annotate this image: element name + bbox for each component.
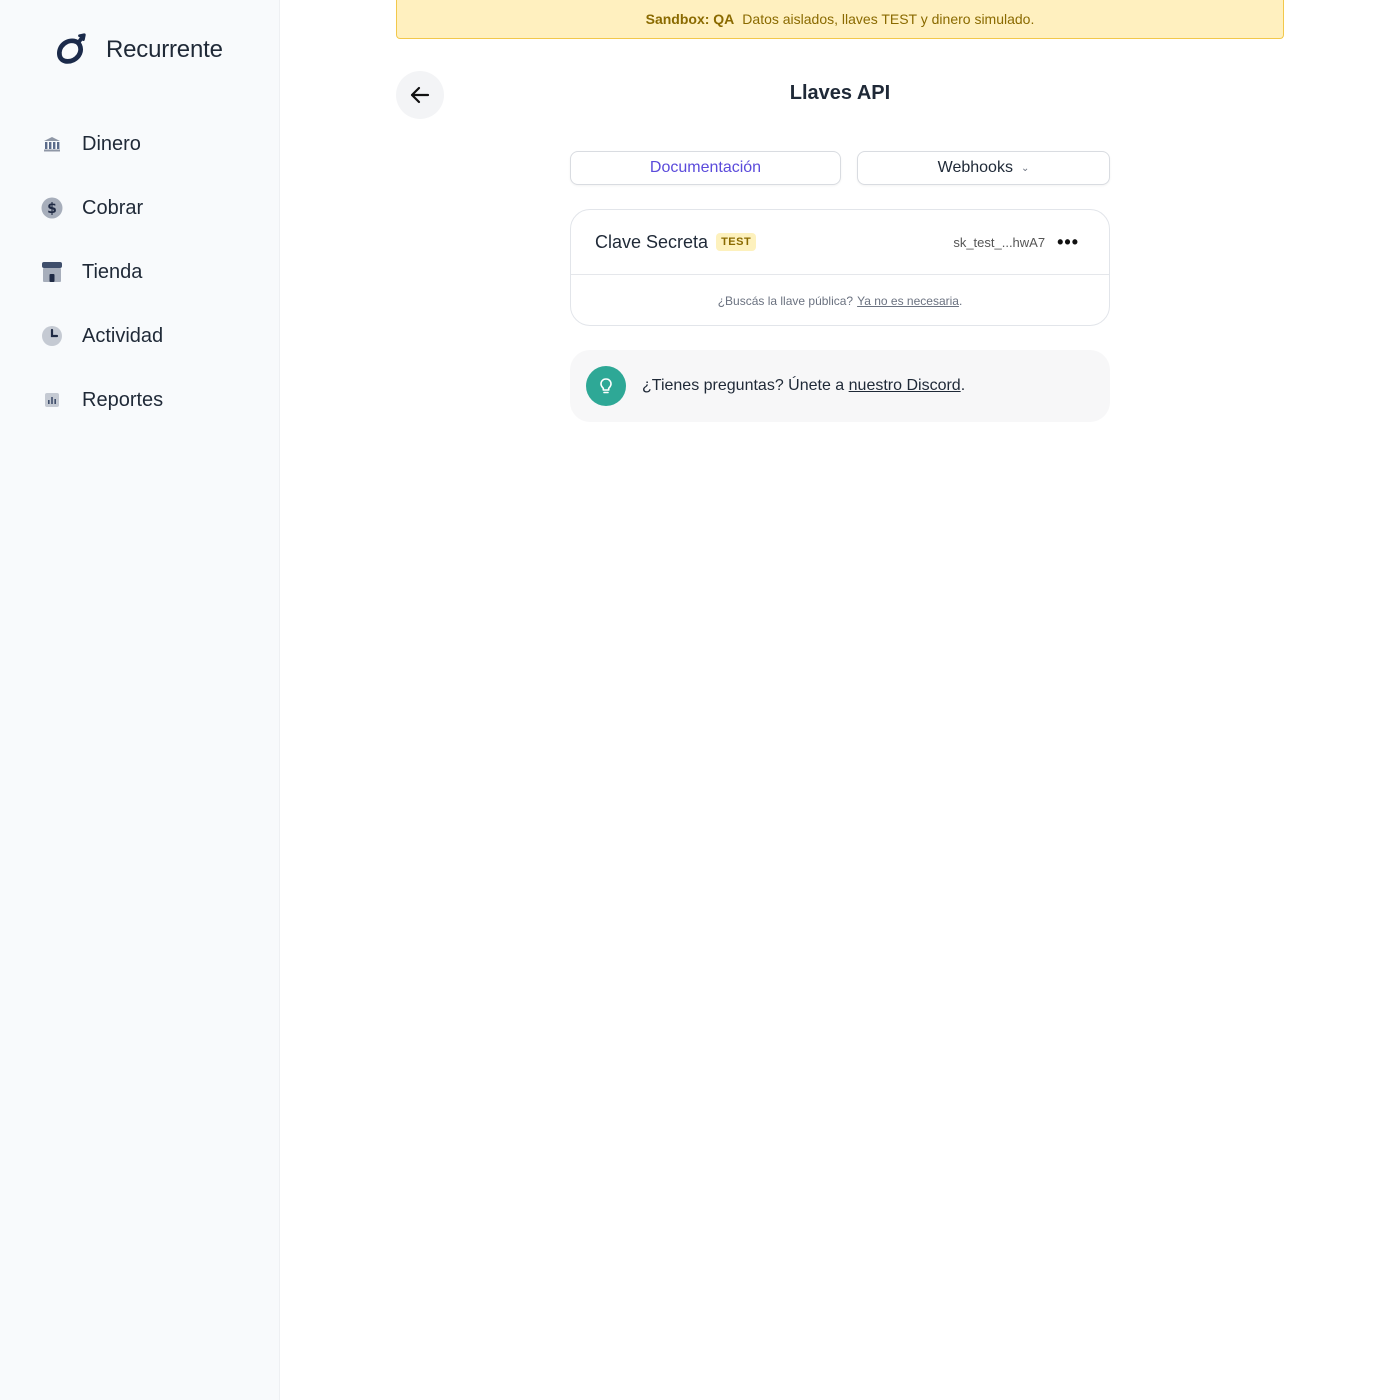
test-badge: TEST [716,233,757,251]
sidebar-item-label: Dinero [82,132,141,155]
secret-key-title: Clave Secreta [595,231,709,252]
sandbox-label: Sandbox: QA [645,11,735,27]
sidebar-item-label: Tienda [82,260,143,283]
recurrente-logo-icon [57,33,86,64]
sandbox-banner: Sandbox: QA Datos aislados, llaves TEST … [396,0,1284,39]
svg-text:$: $ [47,201,57,217]
webhooks-dropdown[interactable]: Webhooks ⌄ [857,151,1110,185]
public-key-note: ¿Buscás la llave pública? Ya no es neces… [571,275,1109,327]
sidebar-item-cobrar[interactable]: $ Cobrar [40,176,260,240]
help-text: ¿Tienes preguntas? Únete a nuestro Disco… [642,377,965,395]
chevron-down-icon: ⌄ [1020,162,1030,174]
help-card: ¿Tienes preguntas? Únete a nuestro Disco… [570,350,1110,422]
brand-name: Recurrente [106,36,223,63]
lightbulb-icon [586,366,626,406]
sidebar-item-actividad[interactable]: Actividad [40,304,260,368]
documentation-button[interactable]: Documentación [570,151,841,185]
secret-key-value[interactable]: sk_test_...hwA7 [953,235,1045,250]
discord-link[interactable]: nuestro Discord [849,377,961,394]
secret-key-row: Clave Secreta TEST sk_test_...hwA7 ••• [571,210,1109,275]
sidebar: Recurrente Dinero $ Cobrar Tienda Activi… [0,0,280,1400]
brand[interactable]: Recurrente [52,30,223,70]
sandbox-text: Datos aislados, llaves TEST y dinero sim… [742,11,1035,27]
public-key-period: . [958,294,963,308]
store-icon [40,260,64,284]
chart-icon [40,388,64,412]
page-title: Llaves API [789,82,891,104]
sidebar-item-label: Cobrar [82,196,144,219]
dollar-icon: $ [40,196,64,220]
more-options-icon[interactable]: ••• [1051,233,1085,251]
secret-key-card: Clave Secreta TEST sk_test_...hwA7 ••• ¿… [570,209,1110,326]
sidebar-item-label: Actividad [82,324,164,347]
sidebar-item-dinero[interactable]: Dinero [40,112,260,176]
public-key-link[interactable]: Ya no es necesaria [857,294,959,308]
sidebar-item-tienda[interactable]: Tienda [40,240,260,304]
clock-icon [40,324,64,348]
help-prefix: ¿Tienes preguntas? Únete a [642,377,849,394]
tabs: Documentación Webhooks ⌄ [570,151,1110,185]
public-key-question: ¿Buscás la llave pública? [717,294,854,308]
webhooks-label: Webhooks [937,159,1013,176]
sidebar-nav: Dinero $ Cobrar Tienda Actividad Reporte… [40,112,260,432]
help-period: . [960,377,966,394]
sidebar-item-label: Reportes [82,388,164,411]
sidebar-item-reportes[interactable]: Reportes [40,368,260,432]
bank-icon [40,132,64,156]
documentation-label: Documentación [649,159,762,176]
